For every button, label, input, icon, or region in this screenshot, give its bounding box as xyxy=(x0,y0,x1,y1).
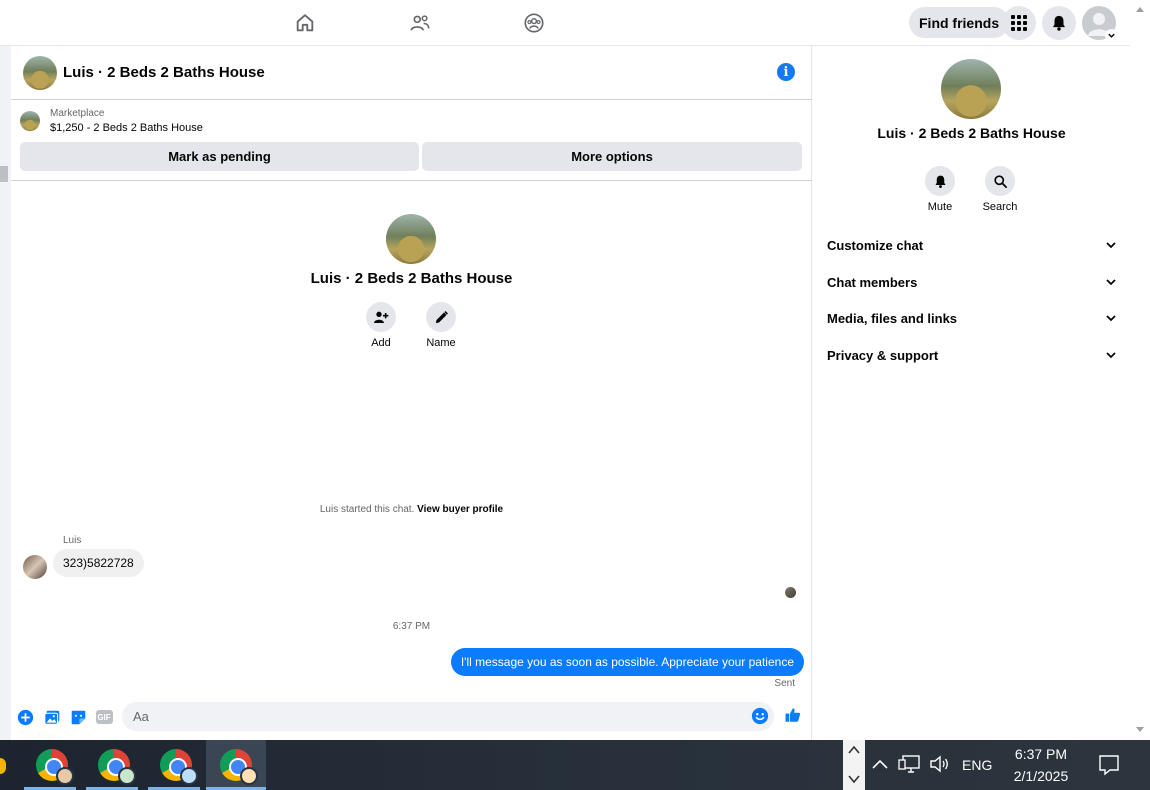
chat-started-notice: Luis started this chat. View buyer profi… xyxy=(11,504,812,515)
left-edge-strip xyxy=(0,46,11,740)
network-icon[interactable] xyxy=(898,754,920,774)
apps-grid-icon[interactable] xyxy=(1002,6,1036,40)
chrome-icon xyxy=(220,749,258,785)
outgoing-message[interactable]: I'll message you as soon as possible. Ap… xyxy=(450,648,804,676)
edit-name-button[interactable]: Name xyxy=(419,302,463,349)
pencil-icon xyxy=(426,302,456,332)
chevron-down-icon xyxy=(1106,315,1116,322)
taskbar-chrome-profile-1[interactable] xyxy=(22,740,82,790)
customize-chat-section[interactable]: Customize chat xyxy=(827,233,1117,257)
chevron-down-icon xyxy=(1106,279,1116,286)
chat-header: Luis · 2 Beds 2 Baths House i xyxy=(11,46,812,100)
taskbar-chrome-profile-2[interactable] xyxy=(84,740,144,790)
name-label: Name xyxy=(426,337,456,349)
thumbs-up-icon[interactable] xyxy=(784,706,802,724)
sender-avatar[interactable] xyxy=(23,555,47,579)
read-receipt-avatar xyxy=(785,587,796,598)
taskbar-chrome-profile-4-active[interactable] xyxy=(206,740,266,790)
message-composer: GIF xyxy=(11,702,812,740)
gif-icon[interactable]: GIF xyxy=(95,708,113,726)
chat-info-panel: Luis · 2 Beds 2 Baths House Mute Search … xyxy=(813,46,1130,740)
chat-panel: Luis · 2 Beds 2 Baths House i Marketplac… xyxy=(11,46,812,740)
add-people-button[interactable]: Add xyxy=(359,302,403,349)
taskbar-chrome-profile-3[interactable] xyxy=(146,740,206,790)
friends-icon[interactable] xyxy=(407,10,433,36)
find-friends-button[interactable]: Find friends xyxy=(909,7,1010,38)
show-hidden-icons-chevron-icon[interactable] xyxy=(872,758,888,770)
notifications-icon[interactable] xyxy=(1098,754,1120,776)
media-files-links-section[interactable]: Media, files and links xyxy=(827,306,1117,330)
top-navigation-bar: Find friends xyxy=(0,0,1130,46)
chrome-icon xyxy=(36,749,74,785)
volume-icon[interactable] xyxy=(929,754,951,774)
section-label: Media, files and links xyxy=(827,310,958,326)
photo-icon[interactable] xyxy=(43,708,61,726)
account-chevron-icon[interactable] xyxy=(1105,29,1118,42)
scroll-up-arrow-icon[interactable] xyxy=(1135,5,1145,13)
time-separator: 6:37 PM xyxy=(392,621,431,632)
mark-as-pending-button[interactable]: Mark as pending xyxy=(20,142,419,171)
chat-title[interactable]: Luis · 2 Beds 2 Baths House xyxy=(63,64,265,81)
chrome-icon xyxy=(160,749,198,785)
sender-name: Luis xyxy=(63,535,82,546)
listing-title[interactable]: $1,250 - 2 Beds 2 Baths House xyxy=(50,122,203,134)
mute-button[interactable]: Mute xyxy=(915,166,965,213)
incoming-message[interactable]: 323)5822728 xyxy=(53,549,144,577)
privacy-support-section[interactable]: Privacy & support xyxy=(827,343,1117,367)
plus-circle-icon[interactable] xyxy=(16,708,34,726)
listing-thumbnail[interactable] xyxy=(20,111,40,131)
home-icon[interactable] xyxy=(292,10,318,36)
mute-label: Mute xyxy=(927,201,953,213)
section-label: Chat members xyxy=(827,274,918,290)
info-name: Luis · 2 Beds 2 Baths House xyxy=(877,125,1066,141)
chat-avatar[interactable] xyxy=(23,56,57,90)
intro-name: Luis · 2 Beds 2 Baths House xyxy=(310,270,513,287)
intro-avatar[interactable] xyxy=(386,214,436,264)
chevron-up-icon[interactable] xyxy=(848,745,860,755)
chat-members-section[interactable]: Chat members xyxy=(827,270,1117,294)
sent-status: Sent xyxy=(774,678,795,689)
chevron-down-icon[interactable] xyxy=(848,774,860,784)
clock-date[interactable]: 2/1/2025 xyxy=(1000,768,1082,784)
info-avatar[interactable] xyxy=(941,59,1001,119)
add-person-icon xyxy=(366,302,396,332)
clock-time[interactable]: 6:37 PM xyxy=(1000,746,1082,762)
search-icon xyxy=(985,166,1015,196)
scroll-down-arrow-icon[interactable] xyxy=(1135,726,1145,734)
bell-icon xyxy=(925,166,955,196)
chevron-down-icon xyxy=(1106,242,1116,249)
section-label: Privacy & support xyxy=(827,347,939,363)
groups-icon[interactable] xyxy=(521,10,547,36)
search-label: Search xyxy=(982,201,1018,213)
info-icon[interactable]: i xyxy=(777,63,795,81)
sticker-icon[interactable] xyxy=(69,708,87,726)
section-label: Customize chat xyxy=(827,237,924,253)
page-scrollbar[interactable] xyxy=(1130,0,1150,740)
language-indicator[interactable]: ENG xyxy=(962,757,992,773)
taskbar-scroll-control[interactable] xyxy=(843,740,865,790)
emoji-icon[interactable] xyxy=(751,707,769,725)
search-conversation-button[interactable]: Search xyxy=(975,166,1025,213)
left-scroll-thumb[interactable] xyxy=(0,166,8,182)
add-label: Add xyxy=(371,337,391,349)
profile-avatar[interactable] xyxy=(1082,6,1118,42)
chrome-icon xyxy=(98,749,136,785)
chat-started-text: Luis started this chat. xyxy=(319,504,415,515)
windows-taskbar: ENG 6:37 PM 2/1/2025 xyxy=(0,740,1150,790)
message-input[interactable] xyxy=(122,702,774,731)
chevron-down-icon xyxy=(1106,352,1116,359)
bell-icon[interactable] xyxy=(1042,6,1076,40)
more-options-button[interactable]: More options xyxy=(422,142,802,171)
gif-label: GIF xyxy=(95,710,113,724)
marketplace-label: Marketplace xyxy=(50,108,105,119)
partial-app-icon[interactable] xyxy=(0,758,6,774)
view-buyer-profile-link[interactable]: View buyer profile xyxy=(417,504,503,515)
